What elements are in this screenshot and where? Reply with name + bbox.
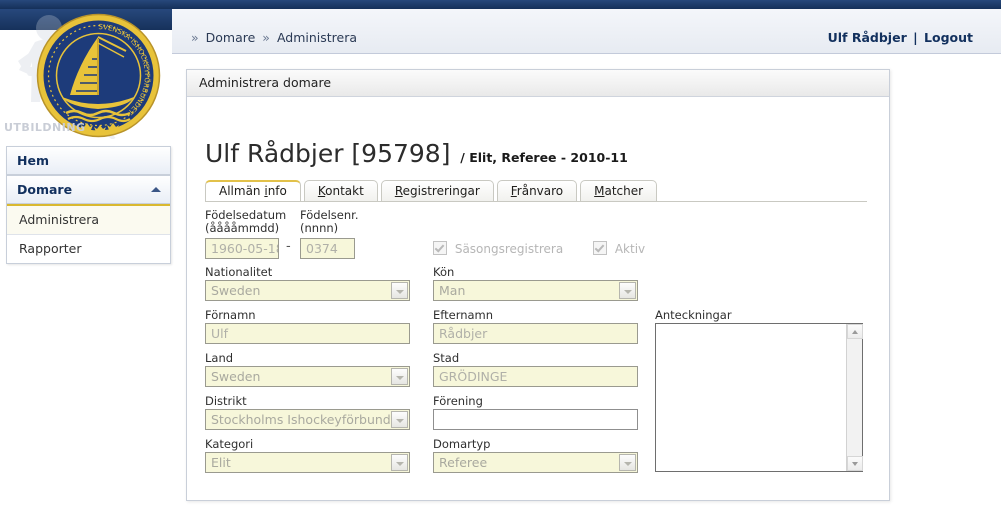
chevron-up-icon xyxy=(151,187,161,192)
domartyp-value: Referee xyxy=(439,455,488,470)
checkbox-box-sasongsregistrera xyxy=(433,241,447,255)
birthnumber-label: Födelsenr. (nnnn) xyxy=(300,209,359,235)
kategori-value: Elit xyxy=(211,455,231,470)
distrikt-value: Stockholms Ishockeyförbund xyxy=(211,412,391,427)
sidebar-nav: Hem Domare Administrera Rapporter xyxy=(6,146,171,264)
page-title-row: Ulf Rådbjer [95798] / Elit, Referee - 20… xyxy=(205,139,628,168)
scroll-up-arrow-icon[interactable] xyxy=(847,324,863,339)
birthdate-label: Födelsedatum (ååååmmdd) xyxy=(205,209,286,235)
swedish-ice-hockey-emblem-icon: SVENSKA ISHOCKEYFÖRBUNDET xyxy=(36,13,161,138)
distrikt-label: Distrikt xyxy=(205,394,247,408)
land-select[interactable]: Sweden xyxy=(205,366,410,387)
content-panel: Administrera domare Ulf Rådbjer [95798] … xyxy=(186,69,890,501)
tab-allman-info[interactable]: Allmän info xyxy=(205,180,301,201)
birthnumber-label-line1: Födelsenr. xyxy=(300,208,359,222)
tab-kontakt[interactable]: Kontakt xyxy=(303,180,378,201)
panel-header: Administrera domare xyxy=(187,70,889,97)
sidebar-item-hem[interactable]: Hem xyxy=(7,146,170,175)
domartyp-label: Domartyp xyxy=(433,437,491,451)
logout-link[interactable]: Logout xyxy=(924,30,973,45)
top-navy-bar xyxy=(0,0,1001,9)
chevron-down-icon[interactable] xyxy=(619,282,636,299)
user-separator: | xyxy=(913,30,918,45)
chevron-down-icon[interactable] xyxy=(391,368,408,385)
nationalitet-value: Sweden xyxy=(211,283,261,298)
brand-panel: SVENSKA ISHOCKEYFÖRBUNDET UTBILDNING xyxy=(0,9,172,140)
tab-registreringar[interactable]: Registreringar xyxy=(380,180,494,201)
anteckningar-scrollbar[interactable] xyxy=(846,324,863,471)
nationalitet-label: Nationalitet xyxy=(205,265,273,279)
kategori-label: Kategori xyxy=(205,437,254,451)
scroll-down-arrow-icon[interactable] xyxy=(847,456,863,471)
panel-body: Ulf Rådbjer [95798] / Elit, Referee - 20… xyxy=(187,97,889,499)
tab-bar: Allmän info Kontakt Registreringar Frånv… xyxy=(205,180,865,202)
chevron-down-icon[interactable] xyxy=(391,411,408,428)
breadcrumb-bar: » Domare » Administrera Ulf Rådbjer | Lo… xyxy=(172,9,1001,54)
forening-label: Förening xyxy=(433,394,483,408)
birthdate-separator-dash: - xyxy=(286,239,291,254)
stad-label: Stad xyxy=(433,351,460,365)
sidebar-item-hem-label: Hem xyxy=(17,153,49,168)
efternamn-input[interactable]: Rådbjer xyxy=(433,323,638,344)
breadcrumb: » Domare » Administrera xyxy=(188,30,357,45)
land-value: Sweden xyxy=(211,369,261,384)
user-session-box: Ulf Rådbjer | Logout xyxy=(828,30,973,45)
kon-label: Kön xyxy=(433,265,455,279)
tab-franvaro[interactable]: Frånvaro xyxy=(496,180,578,201)
user-name-label: Ulf Rådbjer xyxy=(827,30,907,45)
tab-matcher[interactable]: Matcher xyxy=(580,180,658,201)
fornamn-label: Förnamn xyxy=(205,308,256,322)
distrikt-select[interactable]: Stockholms Ishockeyförbund xyxy=(205,409,410,430)
nationalitet-select[interactable]: Sweden xyxy=(205,280,410,301)
anteckningar-textarea[interactable] xyxy=(655,323,863,472)
kon-select[interactable]: Man xyxy=(433,280,638,301)
chevron-down-icon[interactable] xyxy=(619,454,636,471)
forening-input[interactable] xyxy=(433,409,638,430)
page-subtitle: / Elit, Referee - 2010-11 xyxy=(460,150,628,165)
breadcrumb-item-administrera[interactable]: Administrera xyxy=(277,30,357,45)
checkbox-box-aktiv xyxy=(593,241,607,255)
land-label: Land xyxy=(205,351,234,365)
sidebar-item-rapporter-label: Rapporter xyxy=(19,241,82,256)
tab-bar-underline xyxy=(205,201,867,202)
sidebar-item-administrera[interactable]: Administrera xyxy=(7,206,170,235)
birthdate-label-line1: Födelsedatum xyxy=(205,208,287,222)
birthnumber-input[interactable]: 0374 xyxy=(300,238,355,259)
sasongsregistrera-checkbox[interactable]: Säsongsregistrera xyxy=(433,241,563,256)
sasongsregistrera-label: Säsongsregistrera xyxy=(454,242,564,256)
chevron-down-icon[interactable] xyxy=(391,454,408,471)
anteckningar-label: Anteckningar xyxy=(655,308,732,322)
breadcrumb-separator-2: » xyxy=(262,30,270,45)
kategori-select[interactable]: Elit xyxy=(205,452,410,473)
panel-header-title: Administrera domare xyxy=(199,75,332,90)
aktiv-checkbox[interactable]: Aktiv xyxy=(593,241,645,256)
chevron-down-icon[interactable] xyxy=(391,282,408,299)
sidebar-item-domare-label: Domare xyxy=(17,182,73,197)
sidebar-item-rapporter[interactable]: Rapporter xyxy=(7,235,170,263)
domartyp-select[interactable]: Referee xyxy=(433,452,638,473)
utbildning-watermark-label: UTBILDNING xyxy=(4,121,86,134)
birthdate-input[interactable]: 1960-05-18 xyxy=(205,238,279,259)
sidebar-item-administrera-label: Administrera xyxy=(19,212,100,227)
breadcrumb-separator-1: » xyxy=(191,30,199,45)
efternamn-label: Efternamn xyxy=(433,308,494,322)
birthdate-label-line2: (ååååmmdd) xyxy=(205,221,280,235)
kon-value: Man xyxy=(439,283,466,298)
fornamn-input[interactable]: Ulf xyxy=(205,323,410,344)
stad-input[interactable]: GRÖDINGE xyxy=(433,366,638,387)
breadcrumb-item-domare[interactable]: Domare xyxy=(206,30,256,45)
page-title: Ulf Rådbjer [95798] xyxy=(205,139,451,168)
sidebar-item-domare[interactable]: Domare xyxy=(7,175,170,204)
birthnumber-label-line2: (nnnn) xyxy=(300,221,339,235)
aktiv-label: Aktiv xyxy=(614,242,646,256)
